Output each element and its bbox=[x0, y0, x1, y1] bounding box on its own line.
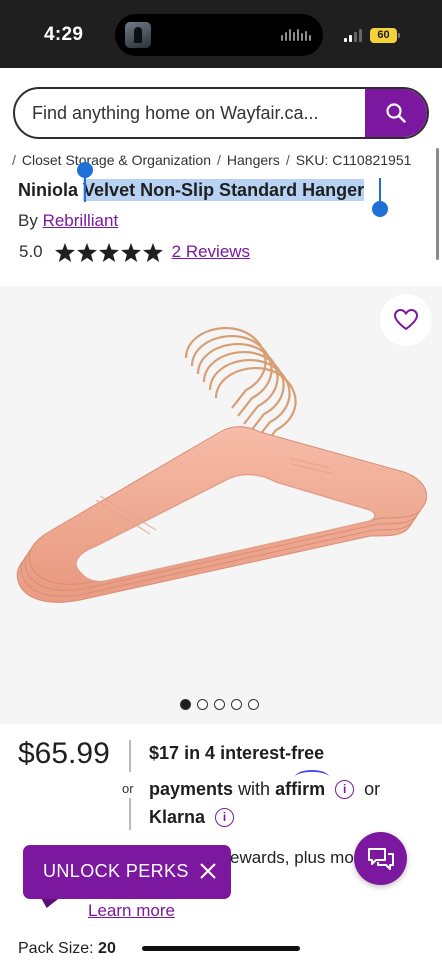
product-image-hangers[interactable] bbox=[0, 300, 442, 690]
or-klarna-label: or bbox=[364, 779, 381, 799]
star-icon bbox=[142, 242, 163, 262]
battery-icon: 60 bbox=[370, 28, 397, 43]
star-rating bbox=[54, 242, 163, 262]
breadcrumb-separator: / bbox=[217, 152, 221, 168]
selection-start-handle[interactable] bbox=[77, 162, 93, 178]
by-label: By bbox=[18, 211, 38, 230]
image-pagination bbox=[180, 699, 259, 710]
sku-label: SKU: C110821951 bbox=[295, 152, 412, 168]
breadcrumb-separator: / bbox=[12, 152, 16, 168]
or-label: or bbox=[122, 781, 134, 796]
chat-icon bbox=[367, 847, 394, 870]
image-dot-2[interactable] bbox=[197, 699, 208, 710]
installment-line-3: Klarna i bbox=[149, 807, 239, 828]
now-playing-thumbnail bbox=[125, 22, 151, 48]
breadcrumb-separator: / bbox=[285, 152, 290, 168]
rating-value: 5.0 bbox=[19, 242, 43, 261]
cellular-signal-icon bbox=[344, 29, 362, 42]
pack-size-value: 20 bbox=[98, 940, 116, 957]
installment-amount: $17 bbox=[149, 743, 180, 763]
affirm-logo: affirm bbox=[275, 770, 330, 799]
klarna-logo: Klarna bbox=[149, 807, 206, 827]
installment-line-2: payments with affirm i or bbox=[149, 770, 381, 800]
installment-text: in 4 interest-free bbox=[184, 743, 325, 763]
payments-label: payments bbox=[149, 779, 234, 799]
search-input[interactable] bbox=[15, 89, 367, 137]
product-title-prefix: Niniola bbox=[18, 180, 79, 200]
status-time: 4:29 bbox=[44, 24, 84, 45]
reviews-link[interactable]: 2 Reviews bbox=[172, 242, 250, 262]
image-dot-4[interactable] bbox=[231, 699, 242, 710]
affirm-arc bbox=[295, 770, 330, 784]
selected-text[interactable]: Velvet Non-Slip Standard Hanger bbox=[83, 179, 365, 201]
pack-size-option[interactable]: Pack Size: 20 bbox=[18, 940, 116, 958]
favorite-button[interactable] bbox=[380, 294, 432, 346]
breadcrumb-item-hangers[interactable]: Hangers bbox=[227, 152, 280, 168]
product-price: $65.99 bbox=[18, 737, 110, 770]
chat-button[interactable] bbox=[354, 832, 407, 885]
star-icon bbox=[98, 242, 119, 262]
search-icon bbox=[386, 103, 406, 123]
breadcrumb: / Closet Storage & Organization / Hanger… bbox=[12, 152, 442, 168]
rating-row: 5.0 2 Reviews bbox=[19, 242, 250, 262]
price-divider-top bbox=[129, 740, 131, 772]
product-title: Niniola Velvet Non-Slip Standard Hanger bbox=[18, 179, 365, 201]
pack-size-label: Pack Size: bbox=[18, 940, 94, 957]
image-dot-3[interactable] bbox=[214, 699, 225, 710]
scrollbar[interactable] bbox=[436, 148, 439, 260]
close-icon[interactable] bbox=[196, 859, 220, 883]
home-indicator[interactable] bbox=[142, 946, 300, 951]
installment-line-1: $17 in 4 interest-free bbox=[149, 743, 324, 764]
dynamic-island[interactable] bbox=[115, 14, 323, 56]
star-icon bbox=[76, 242, 97, 262]
learn-more-link[interactable]: Learn more bbox=[88, 901, 175, 921]
search-button[interactable] bbox=[365, 89, 427, 137]
brand-line: By Rebrilliant bbox=[18, 211, 118, 231]
audio-wave-icon bbox=[281, 29, 311, 41]
selection-end-handle[interactable] bbox=[372, 201, 388, 217]
unlock-perks-label: UNLOCK PERKS bbox=[43, 861, 189, 881]
heart-icon bbox=[394, 309, 418, 331]
search-bar bbox=[13, 87, 429, 139]
status-bar: 4:29 60 bbox=[0, 0, 442, 68]
star-icon bbox=[120, 242, 141, 262]
battery-tip bbox=[398, 33, 400, 38]
image-dot-5[interactable] bbox=[248, 699, 259, 710]
star-icon bbox=[54, 242, 75, 262]
breadcrumb-item-closet-storage[interactable]: Closet Storage & Organization bbox=[22, 152, 211, 168]
with-label: with bbox=[238, 779, 271, 799]
image-dot-1[interactable] bbox=[180, 699, 191, 710]
brand-link[interactable]: Rebrilliant bbox=[43, 211, 119, 230]
unlock-perks-banner[interactable]: UNLOCK PERKS bbox=[23, 845, 231, 899]
rewards-text: ewards, plus mo bbox=[230, 848, 354, 867]
klarna-info-icon[interactable]: i bbox=[215, 808, 235, 827]
price-divider-bottom bbox=[129, 798, 131, 830]
affirm-info-icon[interactable]: i bbox=[335, 780, 355, 799]
